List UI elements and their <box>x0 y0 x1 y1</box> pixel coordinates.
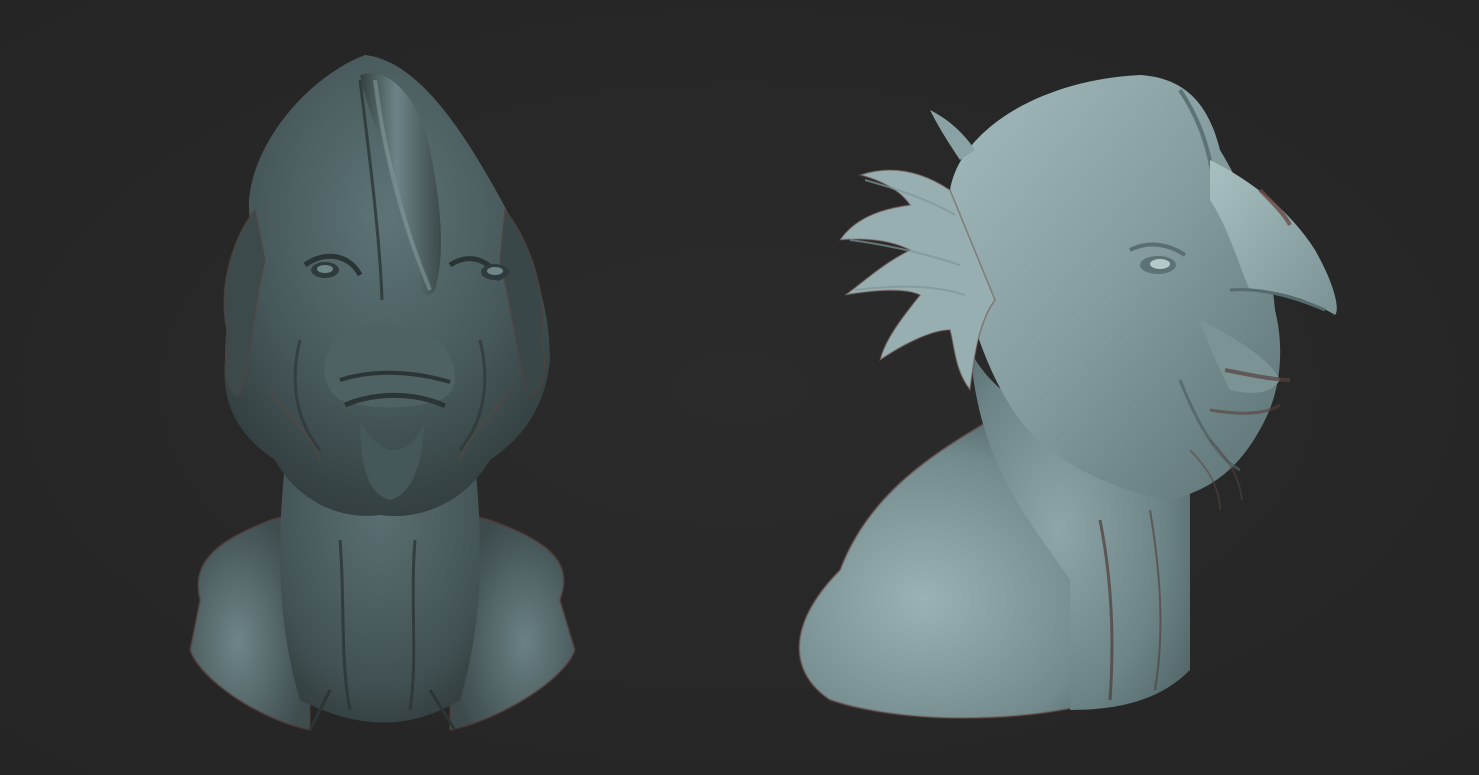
creature-bust-front-view <box>160 40 600 740</box>
sculpt-viewport <box>0 0 1479 775</box>
side-bust-render <box>798 75 1337 720</box>
front-bust-render <box>188 55 577 732</box>
creature-bust-side-view <box>770 50 1380 740</box>
